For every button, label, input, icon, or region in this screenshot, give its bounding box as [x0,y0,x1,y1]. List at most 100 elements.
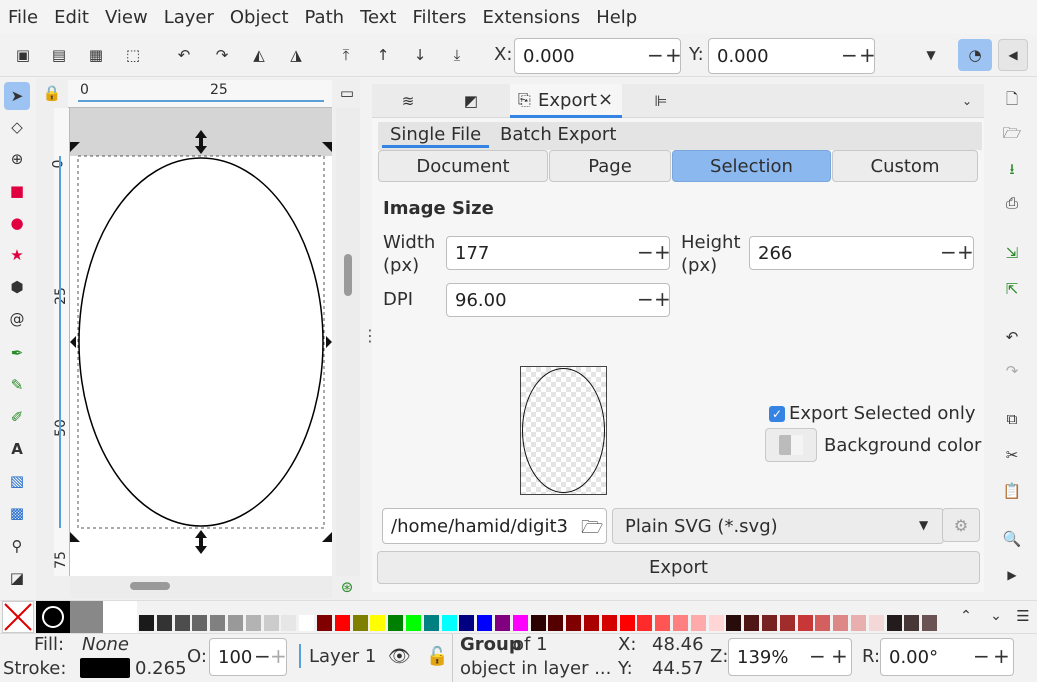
palette-swatch[interactable] [139,615,154,631]
select-same-icon[interactable]: ▦ [85,44,107,66]
pencil-tool-icon[interactable]: ✎ [6,374,28,396]
lower-to-bottom-icon[interactable]: ⤓ [446,44,468,66]
menu-layer[interactable]: Layer [156,7,222,28]
rotate-cw-icon[interactable]: ↷ [211,44,233,66]
palette-swatch[interactable] [174,615,190,631]
area-page-button[interactable]: Page [549,150,671,182]
palette-swatch[interactable] [441,615,457,631]
palette-swatch[interactable] [762,615,777,631]
ellipse-drawing[interactable] [70,108,332,576]
palette-swatch[interactable] [566,615,582,631]
import-icon[interactable]: ⇲ [1001,242,1023,264]
fill-value[interactable]: None [82,634,129,655]
gradient-tool-icon[interactable]: ▧ [6,470,28,492]
close-tab-icon[interactable]: × [598,89,613,110]
palette-swatch[interactable] [228,615,243,631]
palette-swatch[interactable] [459,615,475,631]
node-tool-icon[interactable]: ◇ [6,116,28,138]
palette-menu-icon[interactable]: ☰ [1012,605,1034,627]
paste-icon[interactable]: 📋 [1001,480,1023,502]
rotation-decrement-button[interactable]: − [973,644,990,668]
paint-bucket-tool-icon[interactable]: ◪ [6,567,28,589]
palette-swatch[interactable] [299,615,315,631]
color-management-icon[interactable]: ⊛ [336,576,358,598]
menu-extensions[interactable]: Extensions [474,7,588,28]
palette-swatch[interactable] [601,615,617,631]
palette-swatch[interactable] [886,615,902,631]
palette-swatch[interactable] [245,615,261,631]
horizontal-scrollbar[interactable] [70,576,332,598]
spiral-tool-icon[interactable]: @ [6,308,28,330]
height-increment-button[interactable]: + [957,240,974,264]
redo-icon[interactable]: ↷ [1001,360,1023,382]
layer-lock-icon[interactable]: 🔓 [426,646,448,667]
raise-icon[interactable]: ↑ [372,44,394,66]
flip-horizontal-icon[interactable]: ◭ [248,44,270,66]
lower-icon[interactable]: ↓ [409,44,431,66]
palette-swatch[interactable] [423,615,439,631]
menu-text[interactable]: Text [352,7,404,28]
palette-swatch[interactable] [779,615,795,631]
select-all-layers-icon[interactable]: ▤ [48,44,70,66]
palette-swatch[interactable] [922,615,938,631]
palette-swatch[interactable] [815,615,831,631]
palette-swatch[interactable] [210,615,226,631]
calligraphy-tool-icon[interactable]: ✐ [6,406,28,428]
ellipse-tool-icon[interactable]: ● [6,212,28,234]
horizontal-scrollbar-thumb[interactable] [130,582,170,590]
fill-stroke-panel-tab-icon[interactable]: ◩ [460,90,482,112]
width-decrement-button[interactable]: − [637,240,654,264]
zoom-icon[interactable]: 🔍 [1001,528,1023,550]
tab-single-file[interactable]: Single File [382,124,490,148]
zoom-tool-icon[interactable]: ⊕ [6,148,28,170]
deselect-icon[interactable]: ⬚ [122,44,144,66]
palette-swatch[interactable] [744,615,760,631]
menu-filters[interactable]: Filters [404,7,474,28]
open-document-icon[interactable]: 🗁 [1001,124,1023,146]
area-custom-button[interactable]: Custom [832,150,978,182]
area-selection-button[interactable]: Selection [672,150,831,182]
palette-swatch[interactable] [263,615,279,631]
stroke-width-value[interactable]: 0.265 [135,658,187,679]
3d-box-tool-icon[interactable]: ⬢ [6,276,28,298]
mesh-tool-icon[interactable]: ▩ [6,502,28,524]
format-settings-gear-icon[interactable]: ⚙ [942,508,980,542]
filename-input[interactable]: /home/hamid/digit3.p 🗁 [382,508,607,544]
palette-swatch[interactable] [904,615,920,631]
menu-object[interactable]: Object [222,7,297,28]
y-increment-button[interactable]: + [859,43,876,67]
x-decrement-button[interactable]: − [647,43,664,67]
palette-swatch[interactable] [584,615,599,631]
palette-swatch[interactable] [726,615,742,631]
text-tool-icon[interactable]: A [6,438,28,460]
tab-overflow-icon[interactable]: ⌄ [956,90,978,112]
palette-swatch[interactable] [388,615,404,631]
format-select[interactable]: Plain SVG (*.svg) ▼ [612,508,944,544]
palette-swatch[interactable] [868,615,884,631]
opacity-decrement-button[interactable]: − [254,644,271,668]
lock-ratio-toggle-icon[interactable]: ◔ [958,39,992,71]
export-button[interactable]: Export [377,551,980,584]
star-tool-icon[interactable]: ★ [6,244,28,266]
tab-export[interactable]: ⎘ Export × [510,84,622,118]
dpi-increment-button[interactable]: + [654,287,671,311]
x-input[interactable]: 0.000 − + [514,38,682,74]
height-decrement-button[interactable]: − [940,240,957,264]
rotate-ccw-icon[interactable]: ↶ [173,44,195,66]
palette-swatch[interactable] [370,615,386,631]
background-color-button[interactable] [765,428,817,462]
palette-scroll-up-icon[interactable]: ⌃ [955,605,977,627]
canvas-display-icon[interactable]: ▭ [336,82,358,104]
folder-open-icon[interactable]: 🗁 [581,515,603,543]
stroke-color-swatch[interactable] [80,658,130,678]
rectangle-tool-icon[interactable]: ■ [6,180,28,202]
menu-edit[interactable]: Edit [46,7,97,28]
width-increment-button[interactable]: + [654,240,671,264]
palette-swatch[interactable] [530,615,546,631]
height-input[interactable]: 266 − + [749,236,974,270]
palette-swatch[interactable] [655,615,671,631]
white-swatch[interactable] [103,601,137,633]
undo-icon[interactable]: ↶ [1001,326,1023,348]
select-all-icon[interactable]: ▣ [12,44,34,66]
area-document-button[interactable]: Document [378,150,548,182]
